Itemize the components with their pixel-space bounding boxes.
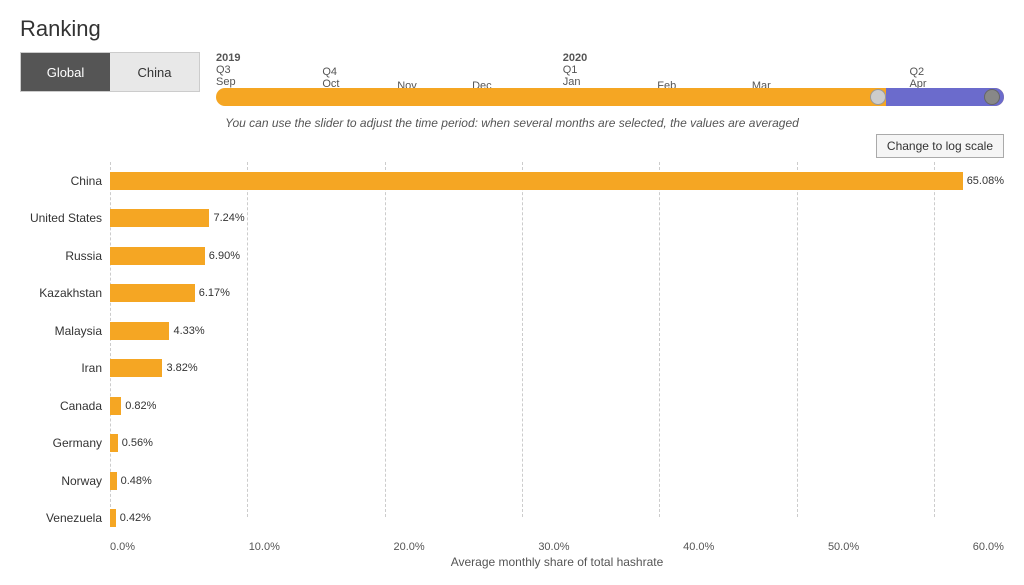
x-tick: 0.0% bbox=[110, 541, 135, 553]
bar-row: United States 7.24% bbox=[20, 204, 1004, 232]
bar-row: Russia 6.90% bbox=[20, 242, 1004, 270]
bar-fill bbox=[110, 472, 117, 490]
tab-global[interactable]: Global bbox=[21, 53, 110, 91]
bar-country-label: Kazakhstan bbox=[20, 286, 110, 300]
bar-track: 6.17% bbox=[110, 284, 1004, 302]
bar-row: Kazakhstan 6.17% bbox=[20, 279, 1004, 307]
x-tick: 20.0% bbox=[394, 541, 425, 553]
bar-country-label: Canada bbox=[20, 399, 110, 413]
bar-country-label: Malaysia bbox=[20, 324, 110, 338]
x-tick: 40.0% bbox=[683, 541, 714, 553]
bar-track: 65.08% bbox=[110, 172, 1004, 190]
bar-value-label: 0.42% bbox=[120, 512, 151, 524]
timeline-quarter: Q1 bbox=[563, 64, 578, 76]
bar-country-label: Venezuela bbox=[20, 511, 110, 525]
bar-track: 0.82% bbox=[110, 397, 1004, 415]
bar-country-label: Norway bbox=[20, 474, 110, 488]
bar-fill bbox=[110, 322, 169, 340]
timeline-bar[interactable] bbox=[216, 88, 1004, 106]
bar-row: Iran 3.82% bbox=[20, 354, 1004, 382]
timeline-group: Dec bbox=[472, 52, 492, 92]
timeline-group: 2019Q3Sep bbox=[216, 52, 240, 88]
bar-fill bbox=[110, 209, 209, 227]
bar-row: Venezuela 0.42% bbox=[20, 504, 1004, 532]
timeline-section: 2019Q3Sep Q4Oct Nov Dec 2020Q1Jan Feb Mar Q2Apr bbox=[216, 52, 1004, 106]
bar-value-label: 6.90% bbox=[209, 250, 240, 262]
timeline-group: Q2Apr bbox=[909, 52, 926, 90]
bar-fill bbox=[110, 434, 118, 452]
bar-value-label: 0.56% bbox=[122, 437, 153, 449]
bar-fill bbox=[110, 172, 963, 190]
timeline-month: Jan bbox=[563, 76, 581, 88]
timeline-quarter: Q4 bbox=[322, 66, 337, 78]
hint-text: You can use the slider to adjust the tim… bbox=[20, 116, 1004, 130]
bar-track: 6.90% bbox=[110, 247, 1004, 265]
bar-country-label: Germany bbox=[20, 436, 110, 450]
timeline-month: Sep bbox=[216, 76, 236, 88]
bar-value-label: 0.82% bbox=[125, 400, 156, 412]
timeline-group: Q4Oct bbox=[322, 52, 339, 90]
bar-value-label: 6.17% bbox=[199, 287, 230, 299]
bar-row: Germany 0.56% bbox=[20, 429, 1004, 457]
timeline-labels: 2019Q3SepQ4OctNovDec2020Q1JanFebMarQ2Apr bbox=[216, 52, 1004, 86]
timeline-group: Feb bbox=[657, 52, 676, 92]
timeline-quarter: Q3 bbox=[216, 64, 231, 76]
bar-track: 0.56% bbox=[110, 434, 1004, 452]
bar-row: Malaysia 4.33% bbox=[20, 317, 1004, 345]
bar-track: 0.48% bbox=[110, 472, 1004, 490]
timeline-group: Nov bbox=[397, 52, 417, 92]
bar-chart: China 65.08% United States 7.24% Russia 6.90%… bbox=[20, 162, 1004, 537]
bar-value-label: 65.08% bbox=[967, 175, 1004, 187]
timeline-handle-left[interactable] bbox=[870, 89, 886, 105]
x-tick: 50.0% bbox=[828, 541, 859, 553]
bar-fill bbox=[110, 397, 121, 415]
x-axis-label: Average monthly share of total hashrate bbox=[110, 555, 1004, 569]
x-axis: 0.0% 10.0% 20.0% 30.0% 40.0% 50.0% 60.0% bbox=[110, 541, 1004, 553]
x-tick: 60.0% bbox=[973, 541, 1004, 553]
log-scale-button[interactable]: Change to log scale bbox=[876, 134, 1004, 158]
timeline-year: 2019 bbox=[216, 52, 240, 64]
page-title: Ranking bbox=[20, 16, 1004, 42]
bar-value-label: 4.33% bbox=[173, 325, 204, 337]
bar-value-label: 0.48% bbox=[121, 475, 152, 487]
bar-row: China 65.08% bbox=[20, 167, 1004, 195]
bar-fill bbox=[110, 247, 205, 265]
bar-country-label: United States bbox=[20, 211, 110, 225]
tab-group: Global China bbox=[20, 52, 200, 92]
bar-fill bbox=[110, 509, 116, 527]
bar-country-label: China bbox=[20, 174, 110, 188]
bar-track: 7.24% bbox=[110, 209, 1004, 227]
x-tick: 30.0% bbox=[538, 541, 569, 553]
page-container: Ranking Global China 2019Q3Sep Q4Oct Nov De… bbox=[0, 0, 1024, 585]
bar-row: Canada 0.82% bbox=[20, 392, 1004, 420]
top-section: Global China 2019Q3Sep Q4Oct Nov Dec 2020Q1J… bbox=[20, 52, 1004, 106]
timeline-group: Mar bbox=[752, 52, 771, 92]
timeline-quarter: Q2 bbox=[909, 66, 924, 78]
bar-track: 4.33% bbox=[110, 322, 1004, 340]
chart-area: Change to log scale China 65.08% United St… bbox=[20, 134, 1004, 569]
timeline-group: 2020Q1Jan bbox=[563, 52, 587, 88]
bar-value-label: 3.82% bbox=[166, 362, 197, 374]
x-tick: 10.0% bbox=[249, 541, 280, 553]
bar-row: Norway 0.48% bbox=[20, 467, 1004, 495]
chart-inner: China 65.08% United States 7.24% Russia 6.90%… bbox=[20, 162, 1004, 569]
bar-fill bbox=[110, 284, 195, 302]
bar-fill bbox=[110, 359, 162, 377]
bar-country-label: Iran bbox=[20, 361, 110, 375]
bar-country-label: Russia bbox=[20, 249, 110, 263]
bar-value-label: 7.24% bbox=[213, 212, 244, 224]
timeline-year: 2020 bbox=[563, 52, 587, 64]
timeline-handle-right[interactable] bbox=[984, 89, 1000, 105]
bar-track: 0.42% bbox=[110, 509, 1004, 527]
tab-china[interactable]: China bbox=[110, 53, 199, 91]
bar-track: 3.82% bbox=[110, 359, 1004, 377]
